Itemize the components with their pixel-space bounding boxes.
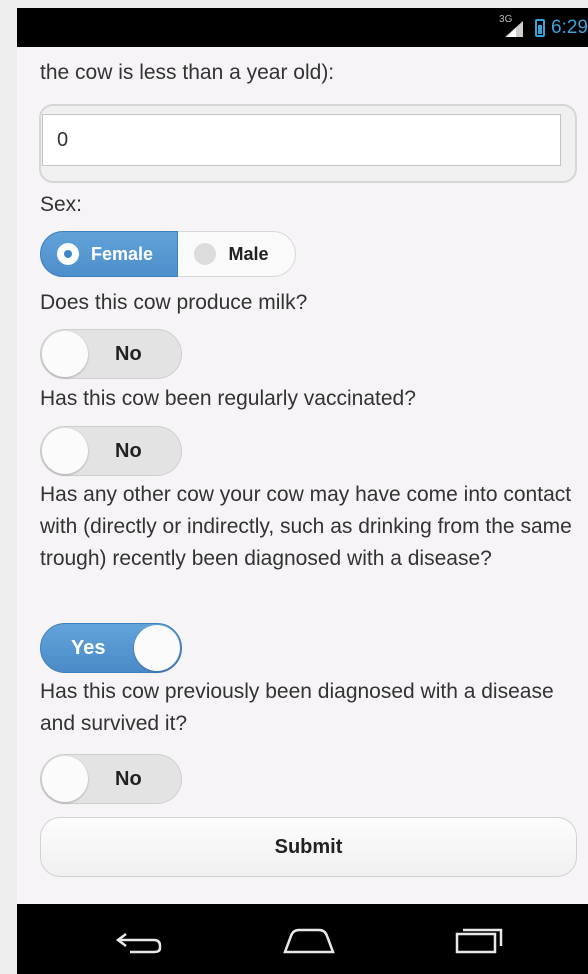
toggle-knob (134, 625, 180, 671)
sex-label: Sex: (40, 193, 83, 216)
contact-toggle-value: Yes (71, 637, 106, 659)
radio-unselected-icon (194, 243, 217, 265)
status-icons: 3G 6:29 (499, 8, 588, 47)
toggle-knob (42, 756, 88, 802)
sex-radio-group: Female Male (40, 231, 296, 277)
toggle-knob (42, 331, 88, 377)
back-icon[interactable] (112, 924, 172, 956)
home-icon[interactable] (279, 924, 339, 956)
radio-selected-icon (57, 243, 79, 265)
phone-screen: 3G 6:29 the cow is less than a year old)… (17, 8, 588, 974)
milk-label: Does this cow produce milk? (40, 291, 308, 314)
toggle-knob (42, 428, 88, 474)
sex-option-label: Female (91, 243, 154, 264)
vaccinated-label: Has this cow been regularly vaccinated? (40, 387, 416, 410)
survived-toggle[interactable]: No (40, 754, 182, 804)
age-input[interactable] (42, 114, 561, 166)
age-label: the cow is less than a year old): (40, 61, 335, 84)
vaccinated-toggle[interactable]: No (40, 426, 182, 476)
sex-option-male[interactable]: Male (178, 231, 296, 277)
recents-icon[interactable] (449, 924, 509, 956)
milk-toggle-value: No (115, 343, 142, 365)
status-bar: 3G 6:29 (17, 8, 588, 47)
contact-label: Has any other cow your cow may have come… (40, 483, 572, 570)
submit-button[interactable]: Submit (40, 817, 577, 877)
milk-toggle[interactable]: No (40, 329, 182, 379)
survived-label: Has this cow previously been diagnosed w… (40, 680, 554, 735)
signal-icon: 3G (499, 14, 529, 39)
vaccinated-toggle-value: No (115, 440, 142, 462)
sex-option-label: Male (228, 243, 269, 264)
contact-toggle[interactable]: Yes (40, 623, 182, 673)
navigation-bar (17, 904, 588, 974)
sex-option-female[interactable]: Female (40, 231, 179, 277)
status-time: 6:29 (551, 16, 588, 38)
survived-toggle-value: No (115, 768, 142, 790)
battery-icon (535, 18, 546, 37)
